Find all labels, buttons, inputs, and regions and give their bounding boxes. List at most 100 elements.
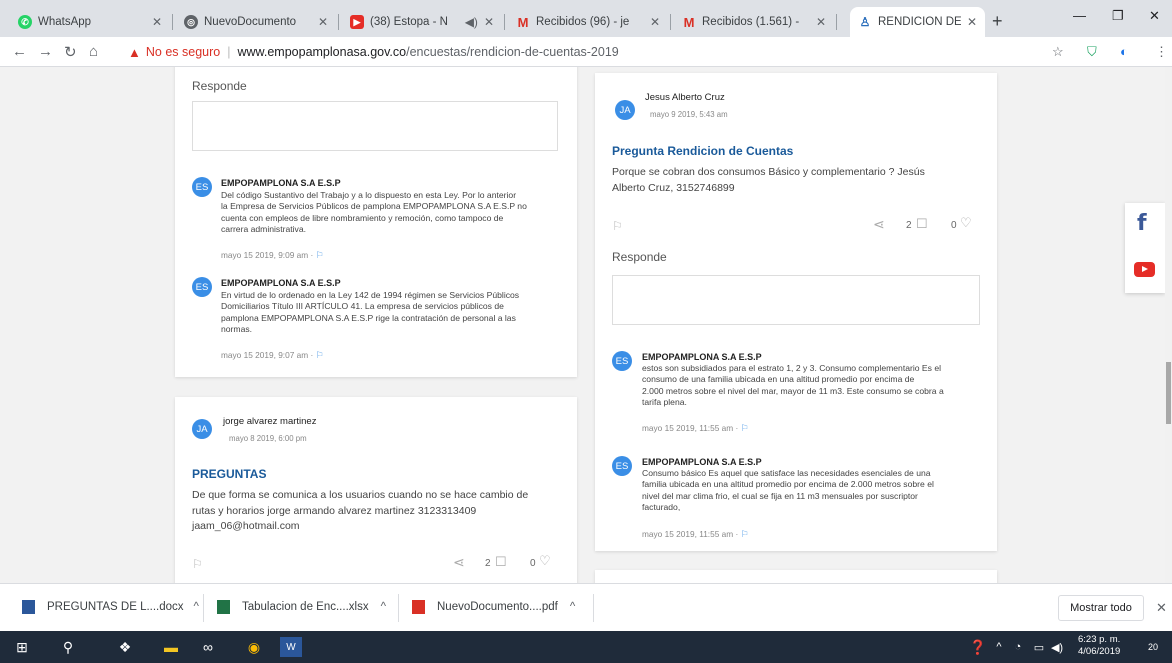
close-shelf-icon[interactable]: ✕ (1156, 600, 1167, 616)
download-filename: Tabulacion de Enc....xlsx (242, 601, 369, 613)
profile-icon[interactable]: ◐ (1120, 44, 1128, 59)
report-flag-icon[interactable]: ⚐ (316, 350, 324, 360)
answer-author: EMPOPAMPLONA S.A E.S.P (642, 457, 762, 467)
answer-text: En virtud de lo ordenado en la Ley 142 d… (221, 290, 571, 335)
report-flag-icon[interactable]: ⚐ (741, 423, 749, 433)
network-icon[interactable]: ◔ (1010, 637, 1026, 657)
site-icon: ♙ (859, 15, 871, 29)
download-item[interactable]: NuevoDocumento....pdf ^ (412, 600, 575, 614)
url-host: www.empopamplonasa.gov.co (237, 45, 407, 59)
report-flag-icon[interactable]: ⚐ (316, 250, 324, 260)
home-button[interactable]: ⌂ (89, 43, 98, 60)
heart-icon[interactable]: ♡ (960, 215, 972, 231)
mute-icon[interactable]: ◀) (465, 15, 478, 29)
download-filename: PREGUNTAS DE L....docx (47, 601, 184, 613)
question-title[interactable]: PREGUNTAS (192, 467, 266, 481)
like-count: 0 (530, 558, 536, 569)
question-card-answers: Responde ES EMPOPAMPLONA S.A E.S.P Del c… (175, 67, 577, 377)
chevron-up-icon[interactable]: ^ (381, 601, 386, 613)
tab-title: (38) Estopa - N (370, 16, 448, 28)
chevron-up-icon[interactable]: ^ (992, 637, 1006, 657)
notification-icon[interactable]: 20 (1142, 637, 1164, 657)
report-flag-icon[interactable]: ⚐ (741, 529, 749, 539)
reload-button[interactable]: ↻ (64, 43, 77, 61)
avatar: ES (192, 177, 212, 197)
close-tab-icon[interactable]: ✕ (650, 15, 660, 29)
new-tab-button[interactable]: + (992, 11, 1003, 32)
reply-textarea[interactable] (192, 101, 558, 151)
help-icon[interactable]: ❓ (968, 637, 988, 657)
minimize-button[interactable]: — (1073, 8, 1086, 23)
back-button[interactable]: ← (12, 43, 27, 60)
tab-strip: ✆ WhatsApp ✕ ◎ NuevoDocumento ✕ ▶ (38) E… (0, 0, 1172, 37)
share-icon[interactable]: ⋖ (453, 554, 465, 571)
answer-line: Domiciliarios Título III ARTÍCULO 41. La… (221, 301, 504, 312)
youtube-icon[interactable] (1134, 262, 1155, 277)
extension-shield-icon[interactable]: ⛉ (1087, 44, 1097, 60)
answer-date-text: mayo 15 2019, 11:55 am · (642, 423, 739, 433)
tab-separator (670, 14, 671, 30)
tab-whatsapp[interactable]: ✆ WhatsApp ✕ (10, 7, 170, 37)
chevron-up-icon[interactable]: ^ (194, 601, 199, 613)
question-line: Alberto Cruz, 3152746899 (612, 181, 735, 194)
browser-toolbar: ← → ↻ ⌂ ▲ No es seguro | www.empopamplon… (0, 37, 1172, 67)
system-clock[interactable]: 6:23 p. m. 4/06/2019 (1078, 634, 1120, 658)
divider (398, 594, 399, 622)
maximize-button[interactable]: ❐ (1112, 8, 1124, 24)
whatsapp-icon: ✆ (18, 15, 32, 29)
tab-title: NuevoDocumento (204, 16, 297, 28)
word-file-icon (22, 600, 35, 614)
infinity-icon[interactable]: ∞ (196, 637, 220, 657)
divider (593, 594, 594, 622)
reply-textarea[interactable] (612, 275, 980, 325)
report-flag-icon[interactable]: ⚐ (192, 557, 203, 571)
close-tab-icon[interactable]: ✕ (318, 15, 328, 29)
gmail-icon: M (517, 14, 529, 30)
facebook-icon[interactable]: f (1137, 211, 1147, 236)
answer-date-text: mayo 15 2019, 9:09 am · (221, 250, 314, 260)
comment-icon[interactable]: ☐ (916, 216, 928, 232)
scrollbar-thumb[interactable] (1166, 362, 1171, 424)
close-tab-icon[interactable]: ✕ (967, 15, 977, 29)
file-explorer-icon[interactable]: ▬ (160, 637, 182, 657)
answer-text: Del código Sustantivo del Trabajo y a lo… (221, 190, 571, 235)
address-bar[interactable]: ▲ No es seguro | www.empopamplonasa.gov.… (128, 40, 1058, 64)
page-scrollbar[interactable] (1165, 67, 1172, 583)
menu-icon[interactable]: ⋮ (1155, 44, 1168, 60)
heart-icon[interactable]: ♡ (539, 553, 551, 569)
tab-nuevodocumento[interactable]: ◎ NuevoDocumento ✕ (176, 7, 336, 37)
battery-icon[interactable]: ▭ (1031, 637, 1047, 657)
answer-line: Del código Sustantivo del Trabajo y a lo… (221, 190, 517, 200)
tab-gmail-preguntas[interactable] (708, 7, 848, 37)
chrome-icon[interactable]: ◉ (244, 637, 264, 657)
like-count: 0 (951, 220, 957, 231)
bookmark-star-icon[interactable]: ☆ (1052, 44, 1064, 60)
tab-gmail-1[interactable]: M Recibidos (96) - je ✕ (508, 7, 668, 37)
tab-youtube[interactable]: ▶ (38) Estopa - N ◀) ✕ (342, 7, 502, 37)
answer-line: pamplona EMPOPAMPLONA S.A E.S.P rige la … (221, 312, 516, 323)
close-window-button[interactable]: ✕ (1149, 8, 1160, 24)
report-flag-icon[interactable]: ⚐ (612, 219, 623, 233)
show-all-button[interactable]: Mostrar todo (1058, 595, 1144, 621)
word-icon[interactable]: W (280, 637, 302, 657)
dropbox-icon[interactable]: ❖ (114, 637, 136, 657)
tab-rendicion[interactable]: ♙ RENDICIÓN DE CU ✕ (850, 7, 985, 37)
volume-icon[interactable]: ◀) (1049, 637, 1065, 657)
download-item[interactable]: Tabulacion de Enc....xlsx ^ (217, 600, 386, 614)
share-icon[interactable]: ⋖ (873, 216, 885, 233)
download-item[interactable]: PREGUNTAS DE L....docx ^ (22, 600, 199, 614)
answer-author: EMPOPAMPLONA S.A E.S.P (221, 178, 341, 188)
close-tab-icon[interactable]: ✕ (152, 15, 162, 29)
close-tab-icon[interactable]: ✕ (484, 15, 494, 29)
question-author: jorge alvarez martinez (223, 416, 317, 427)
forward-button[interactable]: → (38, 43, 53, 60)
search-icon[interactable]: ⚲ (58, 637, 78, 657)
answer-date: mayo 15 2019, 11:55 am · ⚐ (642, 529, 749, 540)
answer-line: tarifa plena. (642, 396, 687, 407)
question-title[interactable]: Pregunta Rendicion de Cuentas (612, 144, 793, 158)
comment-icon[interactable]: ☐ (495, 554, 507, 570)
windows-start-icon[interactable]: ⊞ (12, 637, 32, 657)
chevron-up-icon[interactable]: ^ (570, 601, 575, 613)
question-card-next (595, 570, 997, 583)
avatar: JA (615, 100, 635, 120)
